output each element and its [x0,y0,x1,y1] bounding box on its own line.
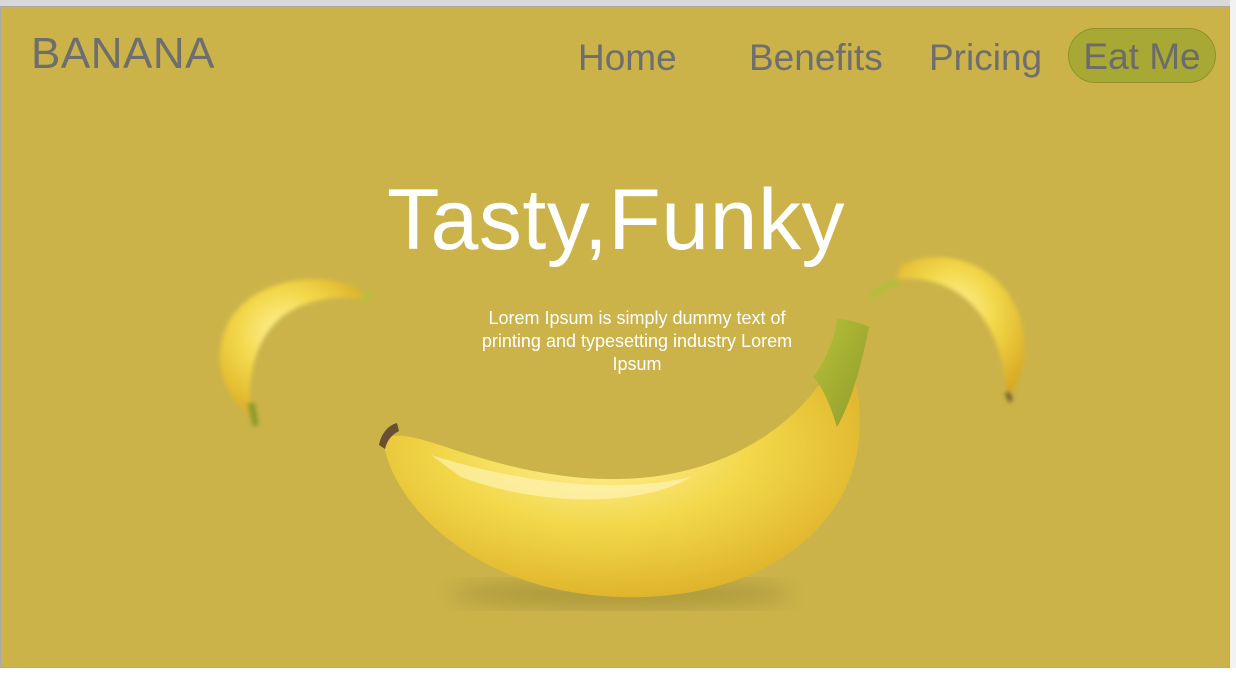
nav-home-link[interactable]: Home [578,37,677,79]
nav-pricing-link[interactable]: Pricing [929,37,1042,79]
window-right-edge [1230,0,1236,674]
banana-right-image [867,257,1025,403]
nav-benefits-link[interactable]: Benefits [749,37,883,79]
brand-logo[interactable]: BANANA [31,29,215,79]
hero-title: Tasty,Funky [387,172,845,268]
eat-me-button[interactable]: Eat Me [1068,28,1216,83]
window-bottom-edge [0,668,1236,674]
banana-left-image [219,279,371,427]
hero-description: Lorem Ipsum is simply dummy text of prin… [481,308,793,374]
landing-page: BANANA Home Benefits Pricing Eat Me Tast… [0,6,1230,668]
